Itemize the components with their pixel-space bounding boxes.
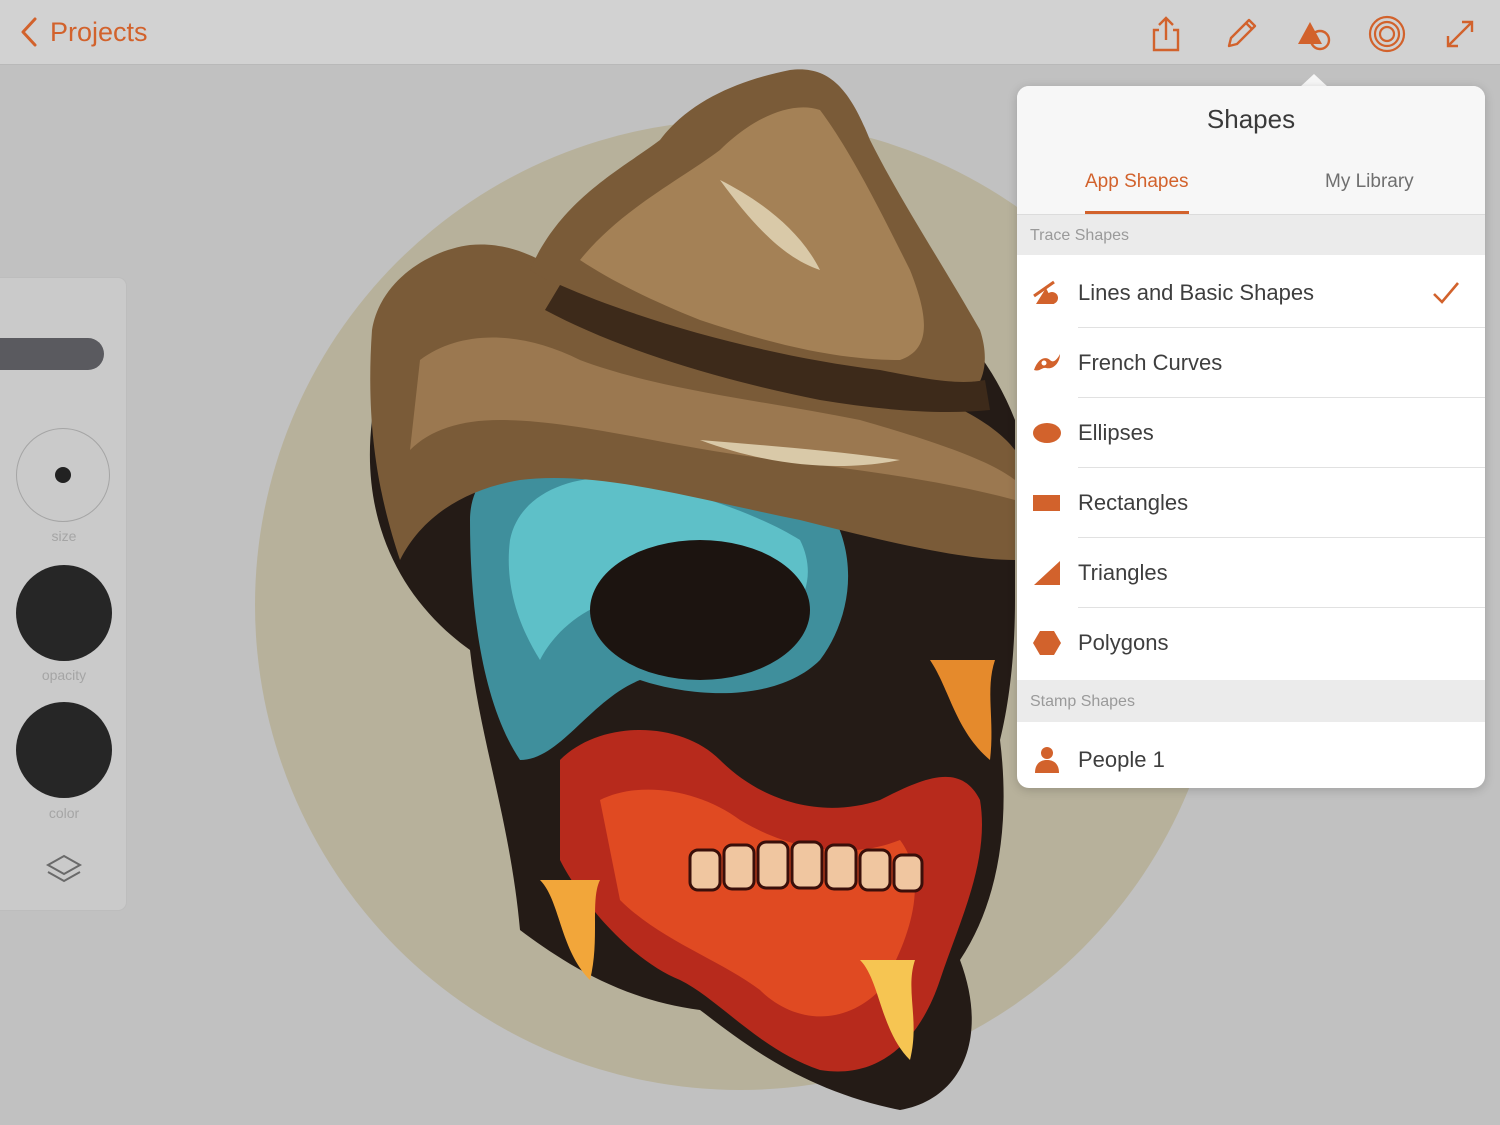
active-tab-indicator bbox=[1085, 211, 1189, 214]
layers-icon[interactable] bbox=[44, 852, 84, 888]
shape-item-triangles[interactable]: Triangles bbox=[1017, 538, 1485, 608]
tab-my-library[interactable]: My Library bbox=[1325, 150, 1414, 214]
shape-item-label: Triangles bbox=[1078, 560, 1168, 585]
shapes-tabs: App Shapes My Library bbox=[1017, 150, 1485, 215]
rectangle-icon bbox=[1032, 488, 1062, 518]
tab-my-library-label: My Library bbox=[1325, 171, 1414, 192]
shape-item-label: French Curves bbox=[1078, 350, 1223, 375]
shape-item-polygons[interactable]: Polygons bbox=[1017, 608, 1485, 678]
stamp-shapes-header: Stamp Shapes bbox=[1017, 680, 1485, 722]
triangle-icon bbox=[1032, 558, 1062, 588]
tab-app-shapes[interactable]: App Shapes bbox=[1085, 150, 1189, 214]
polygon-icon bbox=[1032, 628, 1062, 658]
size-dot bbox=[55, 467, 71, 483]
shapes-icon[interactable] bbox=[1294, 14, 1334, 54]
shape-item-label: Lines and Basic Shapes bbox=[1078, 280, 1315, 305]
brush-rings-icon[interactable] bbox=[1367, 14, 1407, 54]
tab-app-shapes-label: App Shapes bbox=[1085, 171, 1189, 192]
color-label: color bbox=[48, 805, 80, 821]
back-label: Projects bbox=[50, 16, 148, 47]
chevron-left-icon bbox=[21, 17, 37, 47]
shapes-popover: Shapes App Shapes My Library Trace Shape… bbox=[1017, 86, 1485, 788]
popover-title: Shapes bbox=[1017, 86, 1485, 151]
person-icon bbox=[1032, 745, 1062, 775]
size-control[interactable] bbox=[16, 428, 110, 522]
lines-basic-shapes-icon bbox=[1032, 278, 1062, 308]
top-toolbar: Projects bbox=[0, 0, 1500, 65]
opacity-control[interactable] bbox=[16, 565, 112, 661]
pencil-icon[interactable] bbox=[1221, 14, 1261, 54]
brush-slider[interactable] bbox=[0, 338, 104, 370]
back-to-projects-button[interactable]: Projects bbox=[18, 12, 148, 52]
trace-shapes-header: Trace Shapes bbox=[1017, 215, 1485, 255]
share-icon[interactable] bbox=[1146, 14, 1186, 54]
shape-item-people-1[interactable]: People 1 bbox=[1017, 725, 1485, 788]
shape-item-rectangles[interactable]: Rectangles bbox=[1017, 468, 1485, 538]
color-swatch[interactable] bbox=[16, 702, 112, 798]
shape-item-french-curves[interactable]: French Curves bbox=[1017, 328, 1485, 398]
shape-item-label: Rectangles bbox=[1078, 490, 1189, 515]
checkmark-icon bbox=[1433, 282, 1459, 304]
fullscreen-icon[interactable] bbox=[1440, 14, 1480, 54]
opacity-label: opacity bbox=[41, 667, 87, 683]
ellipse-icon bbox=[1032, 418, 1062, 448]
shape-item-lines-basic[interactable]: Lines and Basic Shapes bbox=[1017, 258, 1485, 328]
shape-item-label: People 1 bbox=[1078, 747, 1165, 772]
french-curve-icon bbox=[1032, 348, 1062, 378]
size-label: size bbox=[51, 528, 77, 544]
shape-item-ellipses[interactable]: Ellipses bbox=[1017, 398, 1485, 468]
shape-item-label: Ellipses bbox=[1078, 420, 1154, 445]
shape-item-label: Polygons bbox=[1078, 630, 1169, 655]
